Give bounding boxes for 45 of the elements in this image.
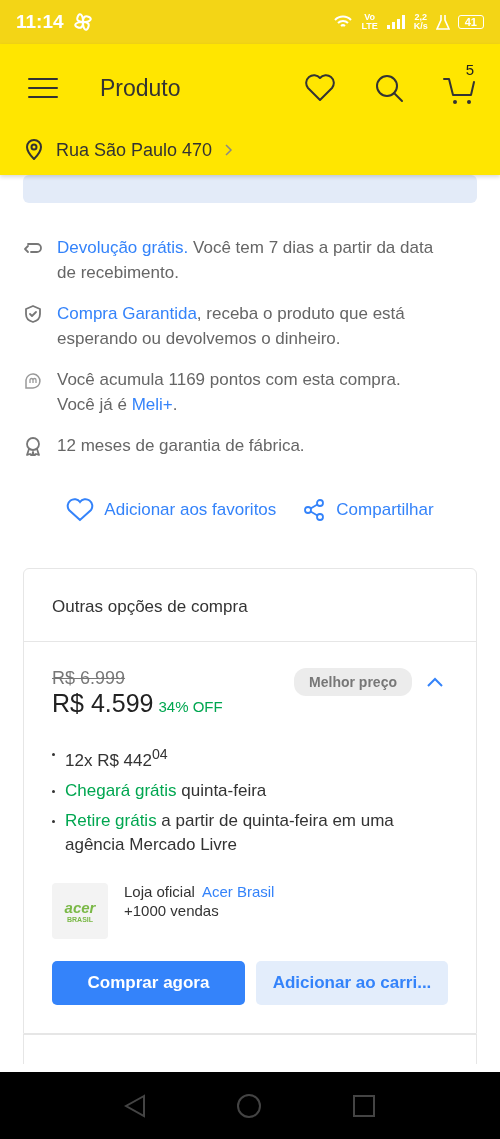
- heart-icon: [66, 498, 95, 522]
- original-price: R$ 6.999: [52, 668, 127, 689]
- benefit-text: Você acumula 1169 pontos com esta compra. Você já é Meli+.: [57, 369, 402, 416]
- benefit-text: Devolução grátis. Você tem 7 dias a partir da data de recebimento.: [57, 237, 435, 284]
- buy-now-button[interactable]: Comprar agora: [52, 960, 245, 1005]
- share-link[interactable]: Compartilhar: [302, 498, 434, 522]
- network-speed: 2,2 K/s: [413, 13, 428, 31]
- home-icon[interactable]: [236, 1092, 262, 1119]
- text-link[interactable]: Devolução grátis.: [57, 238, 189, 257]
- award-ribbon-icon: [23, 436, 43, 456]
- bullet-dot: [52, 819, 55, 823]
- chevron-right-icon: [224, 143, 235, 157]
- offer-detail: Retire grátis a partir de quinta-feira em uma agência Mercado Livre: [65, 809, 395, 856]
- back-icon[interactable]: [124, 1093, 146, 1118]
- text-link[interactable]: Meli+: [131, 395, 173, 414]
- bullet-dot: [52, 753, 55, 756]
- offer-detail: Chegará grátis quinta-feira: [65, 779, 267, 802]
- address-selector[interactable]: Rua São Paulo 470: [0, 132, 500, 168]
- wifi-icon: [333, 14, 354, 30]
- location-pin-icon: [24, 139, 44, 161]
- store-label: Loja oficial: [124, 882, 195, 900]
- text-link[interactable]: Compra Garantida: [57, 304, 197, 323]
- add-to-cart-button[interactable]: Adicionar ao carri...: [256, 960, 448, 1005]
- current-price: R$ 4.599: [52, 689, 154, 718]
- page-title: Produto: [100, 74, 182, 102]
- sales-count: +1000 vendas: [124, 901, 220, 919]
- pinwheel-icon: [71, 11, 94, 33]
- benefit-text: 12 meses de garantia de fábrica.: [57, 435, 306, 457]
- network-type: Vo LTE: [361, 13, 378, 31]
- offer-detail: 12x R$ 442$^{04}$: [65, 745, 168, 772]
- battery-level: 41: [457, 15, 484, 29]
- chevron-up-icon: [426, 676, 444, 688]
- flask-icon: [435, 14, 450, 30]
- best-price-badge: Melhor preço: [294, 668, 412, 696]
- store-link[interactable]: Acer Brasil: [201, 882, 275, 900]
- card-title: Outras opções de compra: [24, 569, 476, 642]
- bullet-dot: [52, 789, 55, 793]
- add-favorites-link[interactable]: Adicionar aos favoritos: [66, 498, 277, 522]
- status-time: 11:14: [16, 11, 64, 33]
- shield-check-icon: [23, 304, 43, 324]
- discount-label: 34% OFF: [158, 698, 223, 715]
- benefit-text: Compra Garantida, receba o produto que está esperando ou devolvemos o dinheiro.: [57, 303, 406, 350]
- recent-apps-icon[interactable]: [352, 1093, 376, 1118]
- signal-icon: [385, 15, 406, 29]
- share-icon: [302, 498, 327, 522]
